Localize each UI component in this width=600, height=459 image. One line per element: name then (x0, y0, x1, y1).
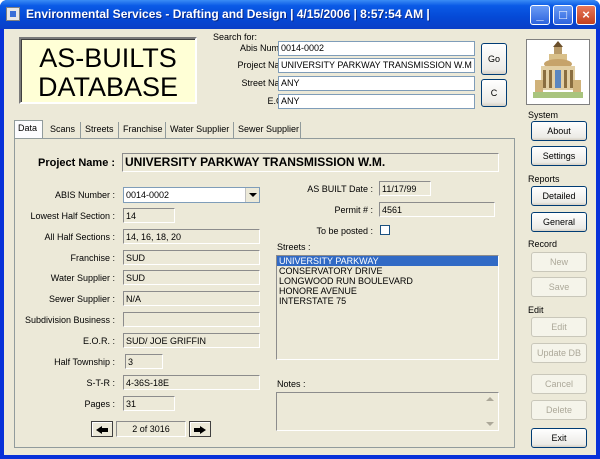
edit-group-label: Edit (528, 305, 544, 315)
tab-scans[interactable]: Scans (47, 122, 81, 138)
list-item[interactable]: LONGWOOD RUN BOULEVARD (277, 276, 498, 286)
tab-sewer-supplier[interactable]: Sewer Supplier (235, 122, 301, 138)
chevron-down-icon[interactable] (245, 188, 259, 202)
str-value: 4-36S-18E (123, 375, 260, 390)
update-db-button[interactable]: Update DB (531, 343, 587, 363)
window-title: Environmental Services - Drafting and De… (26, 7, 430, 21)
all-half-sections-value: 14, 16, 18, 20 (123, 229, 260, 244)
scroll-down-icon[interactable] (486, 422, 494, 426)
data-tab-panel: Project Name : UNIVERSITY PARKWAY TRANSM… (14, 138, 515, 448)
courthouse-icon (527, 40, 589, 104)
edit-button[interactable]: Edit (531, 317, 587, 337)
str-label: S-T-R : (86, 378, 116, 388)
lowest-half-section-value: 14 (123, 208, 175, 223)
half-township-value: 3 (125, 354, 163, 369)
sewer-supplier-value: N/A (123, 291, 260, 306)
app-logo: AS-BUILTS DATABASE (19, 37, 197, 104)
client-area: AS-BUILTS DATABASE Search for: Abis Numb… (4, 29, 596, 455)
abis-number-value: 0014-0002 (126, 190, 170, 200)
project-name-value: UNIVERSITY PARKWAY TRANSMISSION W.M. (122, 153, 499, 172)
lowest-half-section-label: Lowest Half Section : (30, 211, 115, 221)
notes-label: Notes : (277, 379, 306, 389)
pages-value: 31 (123, 396, 175, 411)
street-search-input[interactable]: ANY (278, 76, 475, 91)
pages-label: Pages : (84, 399, 115, 409)
notes-scrollbar[interactable] (483, 393, 498, 430)
half-township-label: Half Township : (54, 357, 115, 367)
permit-value: 4561 (379, 202, 495, 217)
abis-search-input[interactable]: 0014-0002 (278, 41, 475, 56)
app-icon (6, 7, 20, 21)
go-button[interactable]: Go (481, 43, 507, 75)
to-be-posted-checkbox[interactable] (380, 225, 390, 235)
building-picture (526, 39, 590, 105)
exit-button[interactable]: Exit (531, 428, 587, 448)
water-supplier-value: SUD (123, 270, 260, 285)
scroll-up-icon[interactable] (486, 397, 494, 401)
detailed-report-button[interactable]: Detailed (531, 186, 587, 206)
streets-list[interactable]: UNIVERSITY PARKWAY CONSERVATORY DRIVE LO… (276, 255, 499, 360)
as-built-date-label: AS BUILT Date : (307, 184, 373, 194)
list-item[interactable]: INTERSTATE 75 (277, 296, 498, 306)
cancel-button[interactable]: Cancel (531, 374, 587, 394)
tab-streets[interactable]: Streets (82, 122, 119, 138)
minimize-button[interactable]: _ (530, 5, 550, 25)
arrow-left-icon (96, 426, 108, 434)
tab-franchise[interactable]: Franchise (120, 122, 166, 138)
about-button[interactable]: About (531, 121, 587, 141)
logo-line-1: AS-BUILTS (39, 43, 177, 73)
abis-number-label: ABIS Number : (54, 190, 115, 200)
action-sidebar: System About Settings Reports Detailed G… (520, 29, 596, 455)
abis-number-dropdown[interactable]: 0014-0002 (123, 187, 260, 203)
notes-textarea[interactable] (276, 392, 499, 431)
franchise-value: SUD (123, 250, 260, 265)
list-item[interactable]: CONSERVATORY DRIVE (277, 266, 498, 276)
close-button[interactable]: × (576, 5, 596, 25)
maximize-button[interactable]: □ (553, 5, 573, 25)
arrow-right-icon (194, 426, 206, 434)
save-record-button[interactable]: Save (531, 277, 587, 297)
project-name-label: Project Name : (38, 157, 116, 169)
eor-value: SUD/ JOE GRIFFIN (123, 333, 260, 348)
delete-button[interactable]: Delete (531, 400, 587, 420)
record-position: 2 of 3016 (116, 421, 186, 437)
record-group-label: Record (528, 239, 558, 249)
project-search-input[interactable]: UNIVERSITY PARKWAY TRANSMISSION W.M (278, 58, 475, 73)
title-bar[interactable]: Environmental Services - Drafting and De… (0, 0, 600, 29)
general-report-button[interactable]: General (531, 212, 587, 232)
permit-label: Permit # : (334, 205, 373, 215)
all-half-sections-label: All Half Sections : (44, 232, 115, 242)
list-item[interactable]: UNIVERSITY PARKWAY (277, 256, 498, 266)
subdivision-business-value (123, 312, 260, 327)
previous-record-button[interactable] (91, 421, 113, 437)
tab-data[interactable]: Data (14, 120, 43, 138)
next-record-button[interactable] (189, 421, 211, 437)
clear-button[interactable]: C (481, 79, 507, 107)
to-be-posted-label: To be posted : (316, 226, 373, 236)
eor-search-input[interactable]: ANY (278, 94, 475, 109)
reports-group-label: Reports (528, 174, 560, 184)
franchise-label: Franchise : (70, 253, 115, 263)
search-panel: Search for: Abis Number : 0014-0002 Proj… (205, 31, 515, 109)
new-record-button[interactable]: New (531, 252, 587, 272)
sewer-supplier-label: Sewer Supplier : (48, 294, 115, 304)
water-supplier-label: Water Supplier : (50, 273, 115, 283)
app-window: Environmental Services - Drafting and De… (0, 0, 600, 459)
logo-line-2: DATABASE (37, 72, 179, 102)
list-item[interactable]: HONORE AVENUE (277, 286, 498, 296)
as-built-date-value: 11/17/99 (379, 181, 431, 196)
settings-button[interactable]: Settings (531, 146, 587, 166)
eor-label: E.O.R. : (82, 336, 115, 346)
tab-water-supplier[interactable]: Water Supplier (167, 122, 234, 138)
subdivision-business-label: Subdivision Business : (24, 315, 115, 325)
system-group-label: System (528, 110, 559, 120)
search-group-label: Search for: (213, 32, 258, 42)
streets-label: Streets : (277, 242, 311, 252)
